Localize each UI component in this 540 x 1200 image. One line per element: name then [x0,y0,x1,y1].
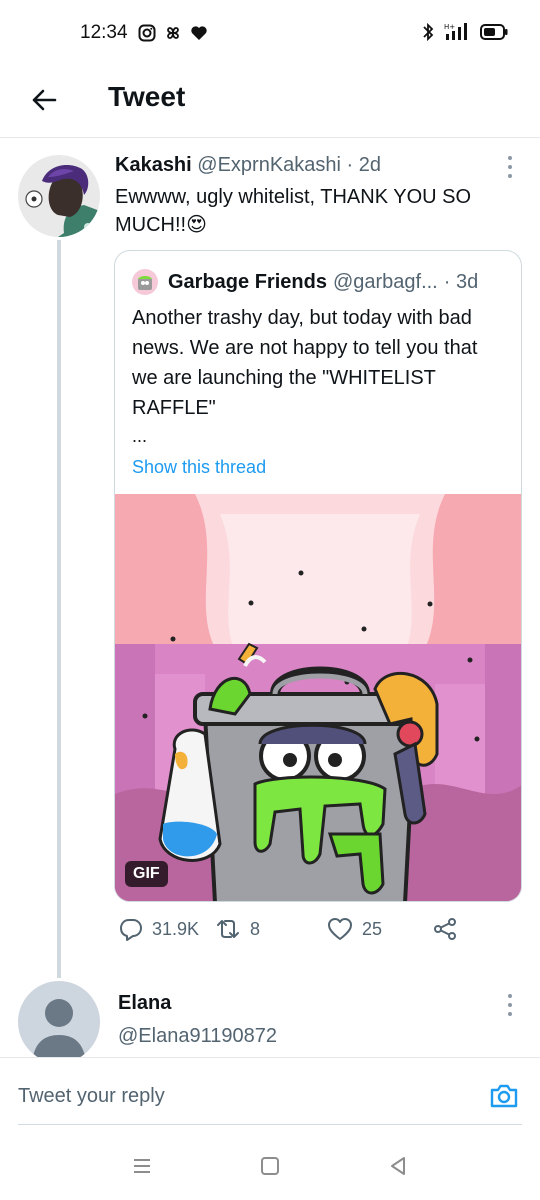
top-app-bar: Tweet [0,66,540,138]
like-heart-icon [328,918,352,940]
tweet-meta: Kakashi @ExprnKakashi · 2d [115,154,381,177]
like-action[interactable]: 25 [326,916,382,942]
back-arrow-icon [32,89,57,111]
pinwheel-icon [167,27,179,39]
system-navigation-bar [0,1128,540,1200]
reply-count: 31.9K [152,918,200,939]
reply-input-underline [18,1124,522,1125]
tweet-time: · 2d [346,154,382,176]
share-icon [434,918,456,940]
quoted-author-name: Garbage Friends [168,270,327,293]
back-triangle-icon [391,1157,405,1175]
trash-can-illustration [115,494,521,901]
reply-input[interactable]: Tweet your reply [18,1085,165,1108]
reply-author-handle[interactable]: @Elana91190872 [118,1025,277,1048]
reply-author-name[interactable]: Elana [118,992,171,1015]
quoted-tweet-time: · 3d [443,270,479,293]
heart-eyes-emoji: 😍 [186,214,207,236]
retweet-action[interactable]: 8 [214,916,260,942]
signal-icon: H+ [444,23,467,40]
battery-icon [480,24,508,40]
tweet-text: Ewwww, ugly whitelist, THANK YOU SO MUCH… [115,186,472,236]
quoted-tweet-ellipsis: ... [132,426,148,446]
author-avatar[interactable] [18,155,100,237]
reply-composer: Tweet your reply [0,1057,540,1127]
instagram-icon [138,24,156,42]
gif-badge: GIF [125,861,168,887]
author-handle[interactable]: @ExprnKakashi [197,154,341,176]
retweet-icon [217,920,239,938]
quoted-author-handle: @garbagf... [332,270,438,293]
share-action[interactable] [432,916,458,942]
retweet-count: 8 [250,918,261,939]
quoted-tweet-text: Another trashy day, but today with bad n… [132,307,478,419]
status-bar: 12:34 H+ [0,0,540,66]
camera-icon [490,1084,518,1108]
status-time: 12:34 [80,22,128,43]
tweet-actions: 31.9K 8 25 [114,916,524,948]
reply-action[interactable]: 31.9K [118,916,199,942]
tweet-more-options-button[interactable] [500,156,520,178]
quoted-author-avatar [132,269,158,295]
status-notification-icons [138,24,208,42]
thread-connector-line [57,240,61,978]
bluetooth-icon [423,22,434,42]
recents-button[interactable] [130,1154,154,1178]
heart-icon [191,26,207,40]
reply-icon [120,919,142,941]
svg-text:H+: H+ [444,23,455,31]
camera-button[interactable] [488,1080,520,1112]
author-name[interactable]: Kakashi [115,154,192,176]
page-title: Tweet [108,81,186,112]
gif-media[interactable]: GIF [115,494,521,901]
tweet-body: Ewwww, ugly whitelist, THANK YOU SO MUCH… [115,183,525,239]
quoted-tweet-meta: Garbage Friends @garbagf... · 3d [132,269,478,295]
reply-author-avatar[interactable] [18,981,100,1063]
quoted-tweet-card[interactable]: Garbage Friends @garbagf... · 3d Another… [114,250,522,902]
status-system-icons: H+ [422,22,508,42]
home-square-icon [261,1157,279,1175]
system-back-button[interactable] [386,1154,410,1178]
menu-lines-icon [134,1159,150,1173]
reply-more-options-button[interactable] [500,994,520,1016]
like-count: 25 [362,918,383,939]
show-thread-link[interactable]: Show this thread [132,457,266,478]
back-button[interactable] [24,80,64,120]
home-button[interactable] [258,1154,282,1178]
